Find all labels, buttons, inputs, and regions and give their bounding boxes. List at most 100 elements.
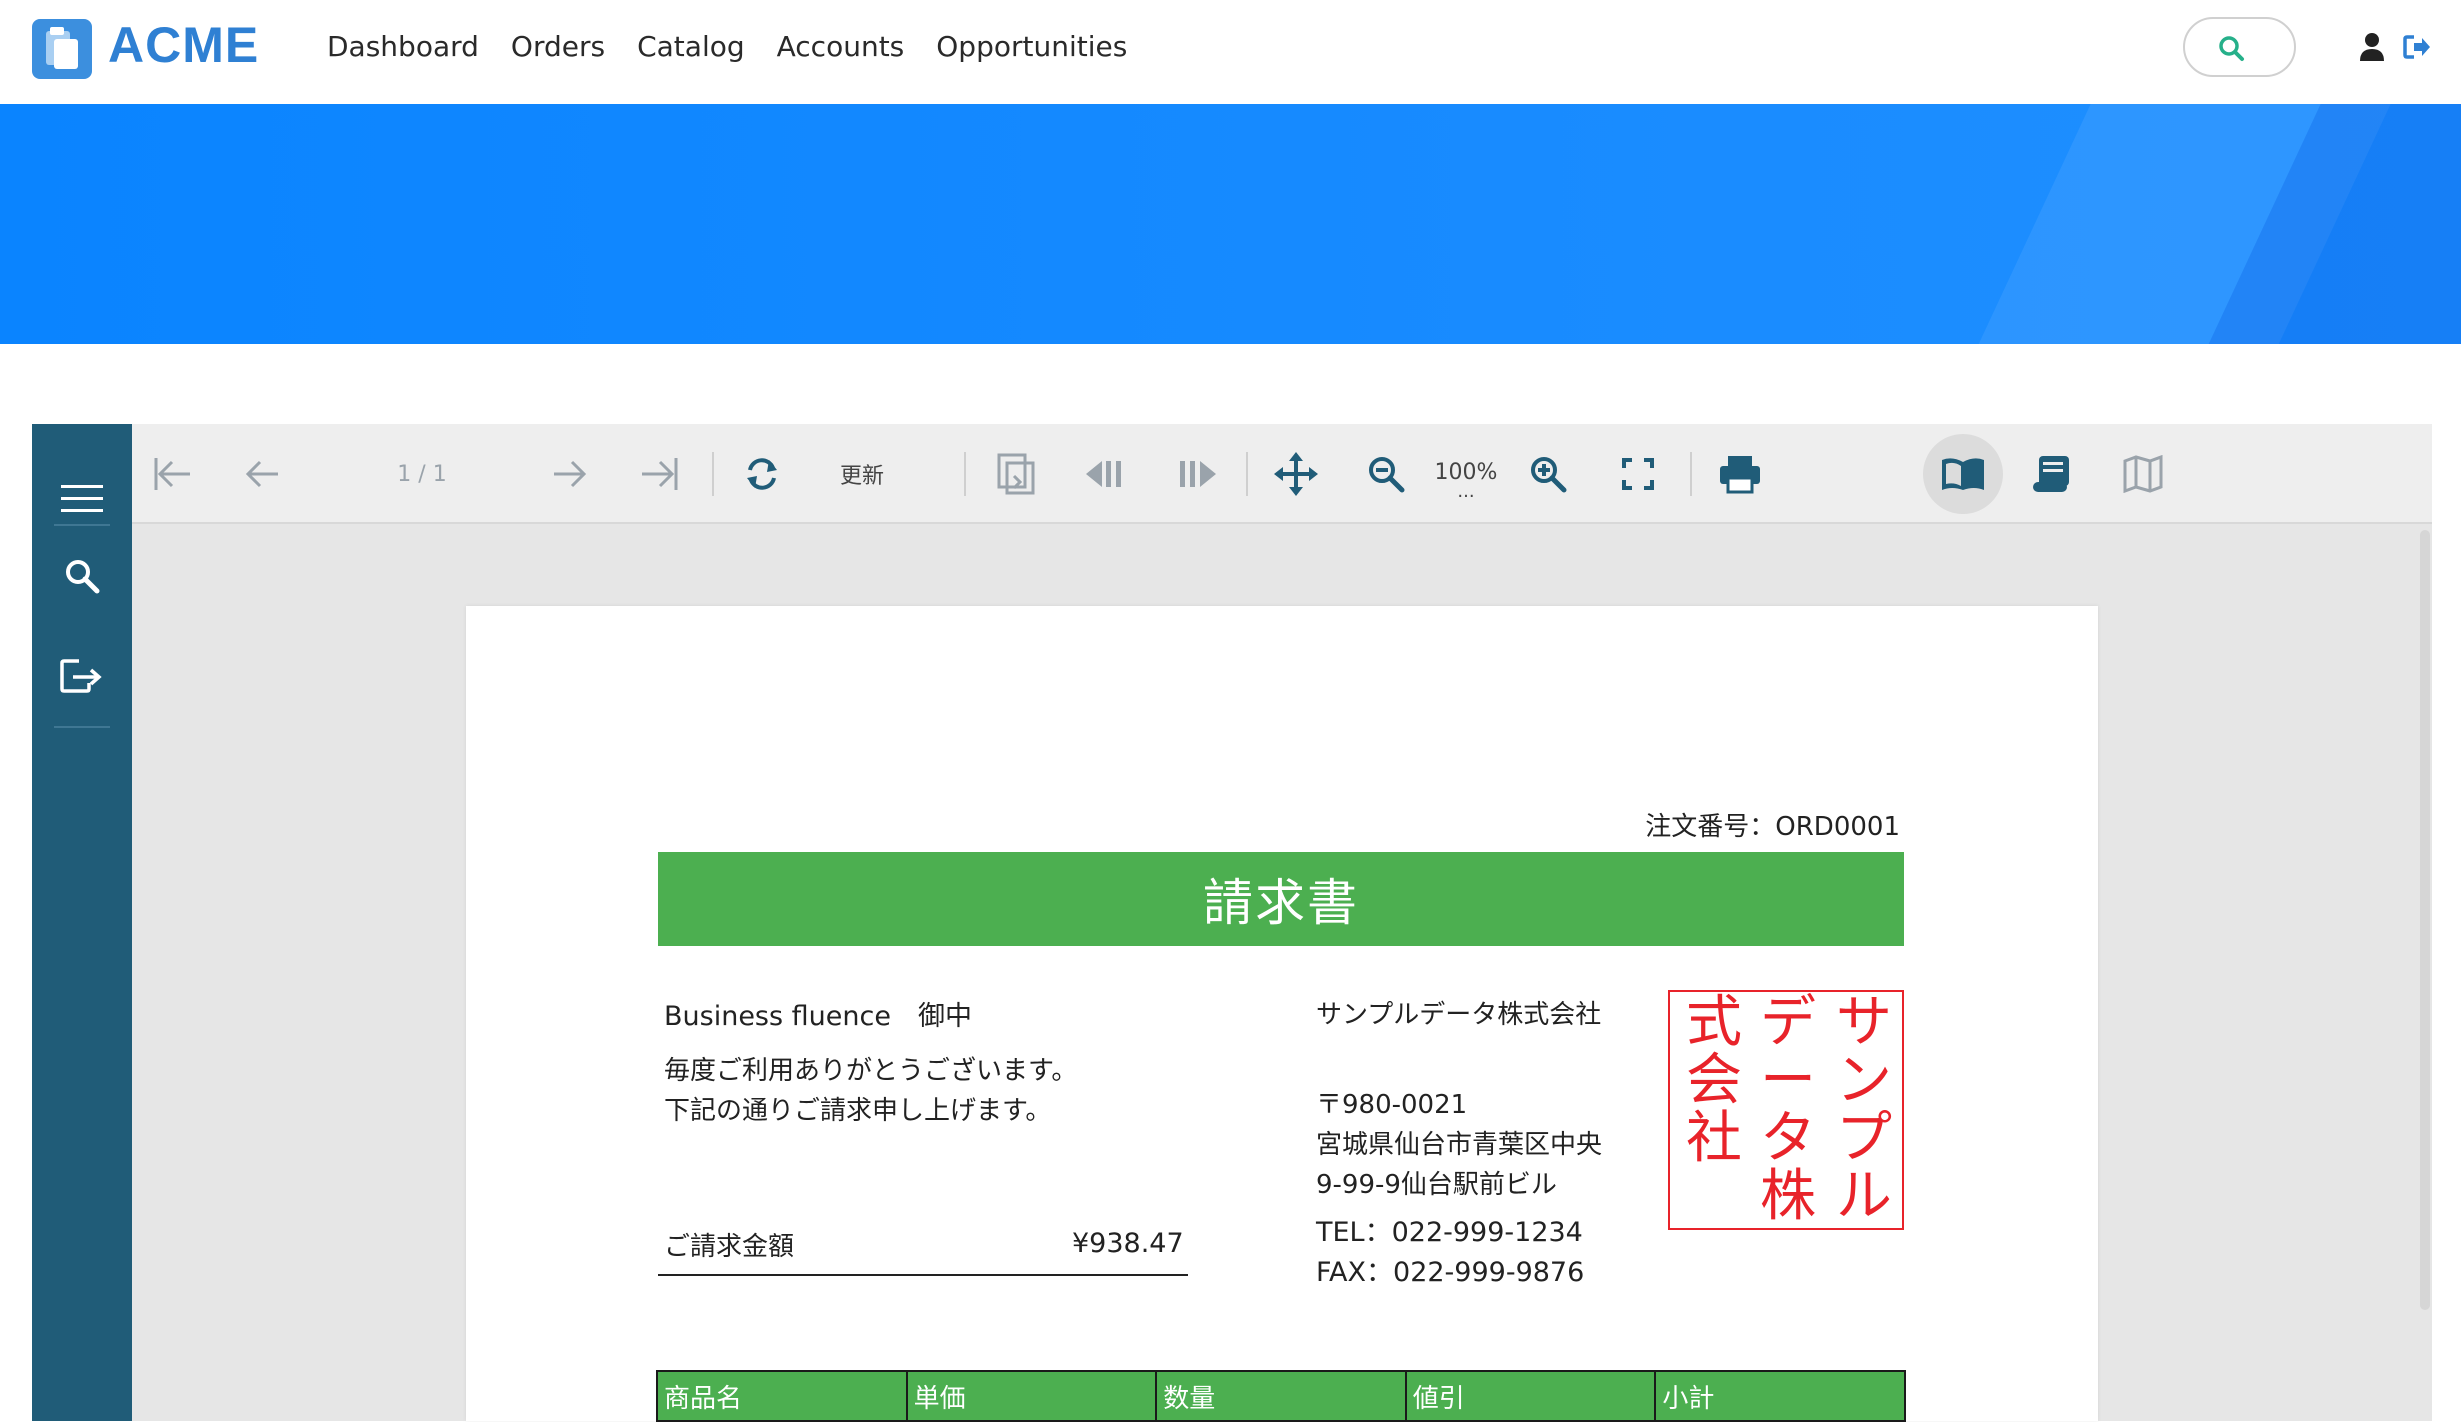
continuous-view-button[interactable] <box>2023 424 2083 524</box>
prev-page-button[interactable] <box>232 424 292 524</box>
seal-char: 式 <box>1686 990 1742 1055</box>
order-number: 注文番号：ORD0001 <box>1645 812 1900 842</box>
page-setup-button[interactable] <box>986 424 1046 524</box>
search-icon <box>66 560 100 594</box>
header-product-name: 商品名 <box>658 1372 908 1420</box>
refresh-icon-button[interactable] <box>732 424 792 524</box>
zoom-in-icon <box>1531 457 1567 493</box>
app-logo-text[interactable]: ACME <box>108 16 259 74</box>
header-subtotal: 小計 <box>1662 1383 1715 1414</box>
zoom-level-dropdown[interactable]: 100% ... <box>1426 424 1506 524</box>
gallery-view-button[interactable] <box>2113 424 2173 524</box>
map-icon <box>2123 455 2163 493</box>
scroll-icon <box>2033 456 2069 492</box>
forward-button[interactable] <box>1166 424 1226 524</box>
refresh-label: 更新 <box>839 464 884 489</box>
telephone: TEL：022-999-1234 <box>1316 1217 1583 1248</box>
nav-orders[interactable]: Orders <box>511 30 605 63</box>
seal-char: ル <box>1836 1164 1892 1229</box>
company-seal: サンプル データ株 式会社 <box>1668 990 1904 1230</box>
zoom-out-button[interactable] <box>1356 424 1416 524</box>
skip-back-icon <box>1086 461 1121 487</box>
header-unit-price: 単価 <box>908 1372 1158 1420</box>
backward-button[interactable] <box>1076 424 1136 524</box>
last-page-icon <box>642 458 678 490</box>
pan-button[interactable] <box>1266 424 1326 524</box>
seal-char: デ <box>1760 990 1816 1055</box>
header-quantity: 数量 <box>1157 1372 1407 1420</box>
fullscreen-button[interactable] <box>1608 424 1668 524</box>
single-page-view-button[interactable] <box>1933 424 1993 524</box>
search-button[interactable] <box>2183 17 2296 77</box>
customer-name: Business fluence 御中 <box>664 1001 972 1032</box>
book-open-icon <box>1942 458 1984 490</box>
nav-opportunities[interactable]: Opportunities <box>936 30 1127 63</box>
zoom-in-button[interactable] <box>1518 424 1578 524</box>
export-button[interactable] <box>32 636 132 716</box>
first-page-icon <box>154 458 190 490</box>
zoom-more-indicator: ... <box>1457 480 1475 502</box>
nav-catalog[interactable]: Catalog <box>637 30 745 63</box>
greeting-line-2: 下記の通りご請求申し上げます。 <box>664 1096 1052 1126</box>
amount-label: ご請求金額 <box>664 1232 795 1262</box>
seal-char: ー <box>1760 1048 1816 1113</box>
header-discount: 値引 <box>1407 1372 1657 1420</box>
viewer-sidebar <box>32 424 132 1421</box>
fax: FAX：022-999-9876 <box>1316 1257 1585 1288</box>
last-page-button[interactable] <box>630 424 690 524</box>
seal-char: 社 <box>1686 1106 1742 1171</box>
user-icon[interactable] <box>2358 31 2386 63</box>
amount-value: ¥938.47 <box>1072 1228 1184 1259</box>
seal-char: 会 <box>1686 1048 1742 1113</box>
top-navbar: ACME Dashboard Orders Catalog Accounts O… <box>0 0 2461 104</box>
document-icon <box>997 453 1035 495</box>
seal-column-1: サンプル <box>1834 994 1894 1226</box>
main-nav: Dashboard Orders Catalog Accounts Opport… <box>327 30 1159 63</box>
toolbar-divider <box>1246 452 1248 496</box>
move-icon <box>1274 452 1318 496</box>
header-banner <box>0 104 2461 344</box>
refresh-button[interactable]: 更新 <box>812 424 912 524</box>
seal-char: プ <box>1836 1106 1892 1171</box>
items-table-header: 商品名 単価 数量 値引 小計 <box>656 1370 1906 1422</box>
sidebar-divider <box>54 524 110 526</box>
viewer-toolbar: 1 / 1 更新 100% ... <box>132 424 2432 524</box>
address-line-2: 9-99-9仙台駅前ビル <box>1316 1170 1557 1200</box>
toolbar-divider <box>964 452 966 496</box>
postal-code: 〒980-0021 <box>1316 1090 1468 1120</box>
fullscreen-icon <box>1622 458 1654 490</box>
arrow-left-icon <box>245 460 278 488</box>
report-page: 注文番号：ORD0001 請求書 Business fluence 御中 毎度ご… <box>466 606 2098 1422</box>
first-page-button[interactable] <box>142 424 202 524</box>
arrow-right-icon <box>554 460 587 488</box>
logout-icon[interactable] <box>2402 31 2432 63</box>
seal-char: タ <box>1760 1106 1816 1171</box>
seal-column-3: 式会社 <box>1684 994 1744 1168</box>
hamburger-menu-icon <box>61 485 103 512</box>
toolbar-divider <box>1690 452 1692 496</box>
refresh-icon <box>747 458 777 490</box>
export-icon <box>60 659 102 693</box>
vertical-scrollbar[interactable] <box>2420 530 2430 1310</box>
print-button[interactable] <box>1710 424 1770 524</box>
next-page-button[interactable] <box>540 424 600 524</box>
invoice-title: 請求書 <box>658 852 1904 946</box>
menu-button[interactable] <box>32 459 132 539</box>
toolbar-divider <box>712 452 714 496</box>
nav-accounts[interactable]: Accounts <box>777 30 905 63</box>
page-indicator[interactable]: 1 / 1 <box>372 424 472 524</box>
nav-dashboard[interactable]: Dashboard <box>327 30 479 63</box>
page-indicator-text: 1 / 1 <box>397 461 447 487</box>
acme-logo-icon[interactable] <box>32 19 92 79</box>
seal-char: ン <box>1836 1048 1892 1113</box>
seal-char: サ <box>1836 990 1892 1055</box>
sidebar-search-button[interactable] <box>32 536 132 616</box>
zoom-out-icon <box>1369 457 1405 493</box>
sidebar-divider <box>54 726 110 728</box>
address-line-1: 宮城県仙台市青葉区中央 <box>1316 1130 1603 1160</box>
skip-forward-icon <box>1180 461 1216 487</box>
seal-char: 株 <box>1760 1164 1816 1229</box>
amount-underline <box>658 1274 1188 1276</box>
greeting-line-1: 毎度ご利用ありがとうございます。 <box>664 1056 1078 1086</box>
company-name: サンプルデータ株式会社 <box>1316 1000 1602 1030</box>
